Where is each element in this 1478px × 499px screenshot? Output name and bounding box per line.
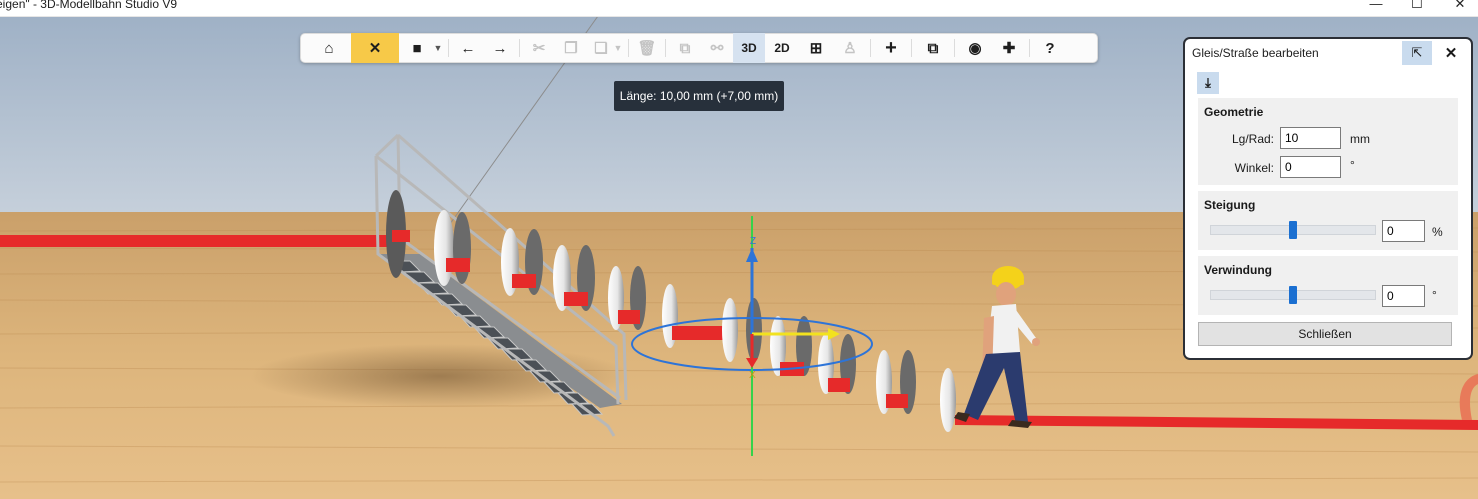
save-button[interactable]: ■ [399,33,435,63]
home-button[interactable]: ⌂ [307,33,351,63]
popout-button[interactable]: ⇱ [1402,41,1432,65]
length-unit: mm [1350,132,1370,146]
grid-icon: ⊞ [809,40,823,57]
help-button[interactable]: ? [1033,33,1067,63]
length-tooltip: Länge: 10,00 mm (+7,00 mm) [614,81,784,111]
slope-unit: % [1432,225,1443,239]
toolbar-separator [665,39,666,57]
svg-text:X: X [749,370,756,381]
maximize-button[interactable]: ☐ [1397,0,1437,13]
slope-slider-thumb[interactable] [1289,221,1297,239]
toolbar-separator [519,39,520,57]
track-edit-panel: Gleis/Straße bearbeiten ⇱ ✕ ⤓ Geometrie … [1183,37,1473,360]
minimize-button[interactable]: — [1356,0,1396,13]
trash-icon: 🗑 [637,40,657,57]
main-toolbar: ⌂ ✕ ■ ▼ ← → ✂ ❐ ❏ ▼ 🗑 ⧉ ⚯ 3D 2D ⊞ ♙ + ⧉ … [300,33,1098,63]
view-3d-button[interactable]: 3D [733,33,765,63]
add-button[interactable]: + [874,33,908,63]
link-button[interactable]: ⚯ [701,33,733,63]
plugin-button[interactable]: ✚ [992,33,1026,63]
puzzle-icon: ✚ [1002,40,1016,57]
tools-button[interactable]: ✕ [351,33,399,63]
window-close-button[interactable]: ✕ [1440,0,1478,13]
angle-unit: ° [1350,158,1355,172]
download-icon: ⤓ [1205,75,1211,90]
window-title: eigen" - 3D-Modellbahn Studio V9 [0,0,178,11]
link-icon: ⚯ [710,40,724,57]
window-icon: ⧉ [927,39,939,57]
cut-button[interactable]: ✂ [523,33,555,63]
tools-icon: ✕ [368,40,382,57]
slope-heading: Steigung [1204,198,1256,212]
track-left[interactable] [0,235,392,247]
slope-section: Steigung % [1198,191,1458,250]
help-icon: ? [1045,39,1055,57]
close-button[interactable]: Schließen [1198,322,1452,346]
close-icon: ✕ [1444,45,1458,62]
scissors-icon: ✂ [532,40,546,57]
twist-slider-thumb[interactable] [1289,286,1297,304]
group-button[interactable]: ⧉ [669,33,701,63]
undo-button[interactable]: ← [452,33,484,63]
view-2d-button[interactable]: 2D [765,33,799,63]
camera-button[interactable]: ◉ [958,33,992,63]
twist-section: Verwindung ° [1198,256,1458,315]
window-button[interactable]: ⧉ [915,33,951,63]
geometry-heading: Geometrie [1204,105,1264,119]
download-button[interactable]: ⤓ [1197,72,1219,94]
delete-button[interactable]: 🗑 [632,33,662,63]
angle-label: Winkel: [1234,161,1274,175]
arrow-right-icon: → [492,39,508,57]
grid-button[interactable]: ⊞ [799,33,833,63]
toolbar-separator [628,39,629,57]
panel-title: Gleis/Straße bearbeiten [1192,46,1319,60]
toolbar-separator [911,39,912,57]
paste-dropdown-chevron-down-icon[interactable]: ▼ [611,33,625,63]
clipboard-icon: ❏ [594,40,608,57]
toolbar-separator [448,39,449,57]
geometry-section: Geometrie Lg/Rad: mm Winkel: ° [1198,98,1458,185]
save-dropdown-chevron-down-icon[interactable]: ▼ [431,33,445,63]
length-label: Lg/Rad: [1231,132,1274,146]
popout-icon: ⇱ [1411,45,1423,60]
redo-button[interactable]: → [484,33,516,63]
twist-unit: ° [1432,288,1437,302]
angle-input[interactable] [1280,156,1341,178]
length-input[interactable] [1280,127,1341,149]
panel-close-button[interactable]: ✕ [1439,42,1463,64]
window-titlebar: eigen" - 3D-Modellbahn Studio V9 — ☐ ✕ [0,0,1478,17]
slope-input[interactable] [1382,220,1425,242]
arrow-left-icon: ← [460,39,476,57]
toolbar-separator [870,39,871,57]
copy-icon: ❐ [564,40,578,57]
group-icon: ⧉ [679,39,691,57]
plus-icon: + [885,36,897,59]
twist-input[interactable] [1382,285,1425,307]
lamp-button[interactable]: ♙ [833,33,867,63]
toolbar-separator [954,39,955,57]
save-icon: ■ [412,39,422,57]
lamp-icon: ♙ [843,40,857,57]
toolbar-separator [1029,39,1030,57]
home-icon: ⌂ [324,39,334,57]
copy-button[interactable]: ❐ [555,33,587,63]
camera-icon: ◉ [968,40,982,57]
svg-text:Z: Z [750,236,756,247]
twist-heading: Verwindung [1204,263,1273,277]
